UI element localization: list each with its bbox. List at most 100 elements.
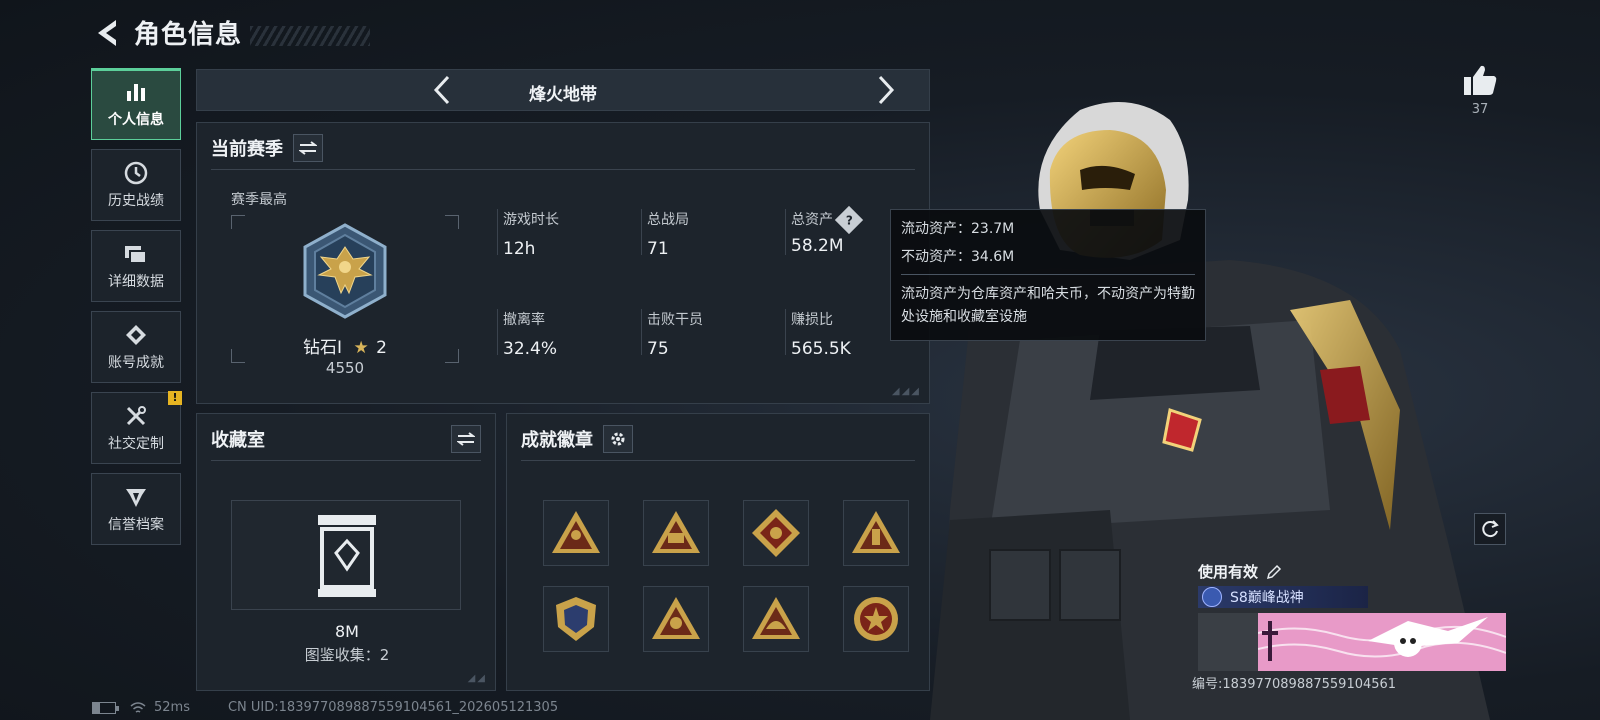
mode-next-button[interactable] (869, 73, 903, 107)
mode-switcher: 烽火地带 (196, 69, 930, 111)
helmet-badge-icon[interactable] (743, 586, 809, 652)
badges-panel: 成就徽章 (506, 413, 930, 691)
collection-showcase[interactable] (231, 500, 461, 610)
stat-operators-defeated: 击败干员 75 (641, 309, 703, 359)
card-status-label: 使用有效 (1198, 563, 1259, 581)
stat-label: 赚损比 (791, 312, 833, 328)
stat-total-matches: 总战局 71 (641, 209, 689, 259)
battery-icon (92, 701, 119, 714)
diamond-rank-emblem-icon (303, 223, 387, 319)
s8-badge-icon[interactable] (643, 500, 709, 566)
thumbs-up-icon[interactable] (1463, 64, 1497, 96)
stat-label: 总战局 (647, 212, 689, 228)
title-emblem-icon (1202, 587, 1222, 607)
season-switch-button[interactable] (293, 134, 323, 162)
badges-title: 成就徽章 (521, 430, 593, 451)
crest-badge-icon[interactable] (543, 586, 609, 652)
sidebar-item-label: 历史战绩 (108, 193, 164, 209)
sidebar-item-achievements[interactable]: 账号成就 (91, 311, 181, 383)
sidebar-item-detailed-data[interactable]: 详细数据 (91, 230, 181, 302)
card-serial: 编号:1839770898875591045​61 (1192, 677, 1397, 692)
rank-frame: 钻石I ★ 2 4550 (231, 215, 459, 377)
cards-icon (123, 241, 149, 267)
rider-badge-icon[interactable] (643, 586, 709, 652)
tools-icon (123, 403, 149, 429)
diamond-badge-icon (123, 322, 149, 348)
dragon-badge-icon[interactable] (743, 500, 809, 566)
back-button[interactable] (92, 16, 122, 50)
stat-label: 游戏时长 (503, 212, 559, 228)
card-title: S8巅峰战神 (1230, 590, 1304, 606)
sidebar-item-social-custom[interactable]: 社交定制 ! (91, 391, 182, 464)
bottle-badge-icon[interactable] (843, 500, 909, 566)
sidebar-item-label: 社交定制 (108, 436, 164, 452)
collection-panel: 收藏室 8M 图鉴收集：2 ◢◢ (196, 413, 496, 691)
collection-title: 收藏室 (211, 430, 265, 451)
sidebar-item-label: 账号成就 (108, 355, 164, 371)
stat-label: 总资产 (791, 212, 833, 228)
sidebar-item-label: 详细数据 (108, 274, 164, 290)
star-icon: ★ (353, 338, 369, 358)
stat-value: 75 (647, 339, 669, 359)
title-decoration (250, 25, 371, 46)
stat-extract-rate: 撤离率 32.4% (497, 309, 558, 359)
sidebar-item-personal-info[interactable]: 个人信息 (91, 68, 181, 140)
badges-settings-button[interactable] (603, 425, 633, 453)
gear-icon (611, 432, 625, 446)
liquid-assets: 流动资产：23.7M (901, 221, 1015, 237)
status-bar: 52ms CN UID:18397708988755910​4561_20260… (92, 700, 558, 715)
warning-badge: ! (168, 391, 182, 405)
uid-text: CN UID:18397708988755910​4561_2026051213… (227, 700, 559, 715)
season-title: 当前赛季 (211, 139, 283, 160)
like-widget: 37 (1458, 64, 1502, 117)
collection-switch-button[interactable] (451, 425, 481, 453)
stat-profit-loss: 赚损比 565.5K (785, 309, 851, 359)
mode-title: 烽火地带 (529, 85, 597, 105)
stat-label-row: 总资产? (791, 205, 864, 235)
rotate-model-button[interactable] (1474, 513, 1506, 545)
star-badge-icon[interactable] (843, 586, 909, 652)
card-banner[interactable] (1198, 613, 1506, 671)
stat-label: 击败干员 (647, 312, 703, 328)
ping-value: 52ms (154, 700, 190, 715)
help-icon[interactable]: ? (834, 205, 864, 235)
rank-points: 4550 (325, 359, 365, 377)
like-count: 37 (1471, 102, 1489, 117)
swap-icon (299, 141, 317, 155)
name-card: 使用有效 S8巅峰战神 编号:1839770898875591045​61 (1192, 561, 1508, 692)
stat-value: 12h (503, 239, 536, 259)
stat-value: 32.4% (503, 339, 558, 359)
season-best-label: 赛季最高 (231, 192, 287, 208)
edit-icon[interactable] (1266, 564, 1282, 580)
back-arrow-icon (98, 19, 116, 46)
asset-description: 流动资产为仓库资产和哈夫币，不动资产为特勤处设施和收藏室设施 (901, 286, 1195, 325)
rank-stars: 2 (376, 338, 387, 358)
soldier-badge-icon[interactable] (543, 500, 609, 566)
sidebar-item-match-history[interactable]: 历史战绩 (91, 149, 181, 221)
card-title-row: S8巅峰战神 (1198, 586, 1368, 608)
rank-name-row: 钻石I ★ 2 (231, 333, 459, 358)
rank-name: 钻石I (303, 338, 343, 358)
asset-tooltip: 流动资产：23.7M 不动资产：34.6M 流动资产为仓库资产和哈夫币，不动资产… (890, 209, 1206, 341)
collection-count: 图鉴收集：2 (304, 646, 390, 664)
page-title: 角色信息 (134, 20, 243, 50)
fixed-assets: 不动资产：34.6M (901, 249, 1015, 265)
corner-decoration: ◢◢ (467, 673, 487, 684)
wifi-icon (130, 701, 146, 713)
sidebar-item-credit-record[interactable]: 信誉档案 (91, 473, 181, 545)
clock-icon (123, 160, 149, 186)
collection-value: 8M (335, 622, 359, 641)
vault-icon (318, 515, 376, 597)
header: 角色信息 (92, 14, 371, 51)
stat-value: 71 (647, 239, 669, 259)
sidebar: 个人信息 历史战绩 详细数据 账号成就 社交定制 ! 信誉档案 (91, 68, 183, 554)
shield-wing-icon (123, 484, 149, 510)
avatar (1198, 613, 1258, 671)
stat-play-time: 游戏时长 12h (497, 209, 559, 259)
rotate-icon (1482, 520, 1499, 538)
sidebar-item-label: 个人信息 (108, 112, 164, 128)
bar-chart-icon (123, 79, 149, 105)
sidebar-item-label: 信誉档案 (108, 517, 164, 533)
stat-total-assets: 总资产? 58.2M (785, 205, 864, 256)
stat-value: 58.2M (791, 236, 844, 256)
